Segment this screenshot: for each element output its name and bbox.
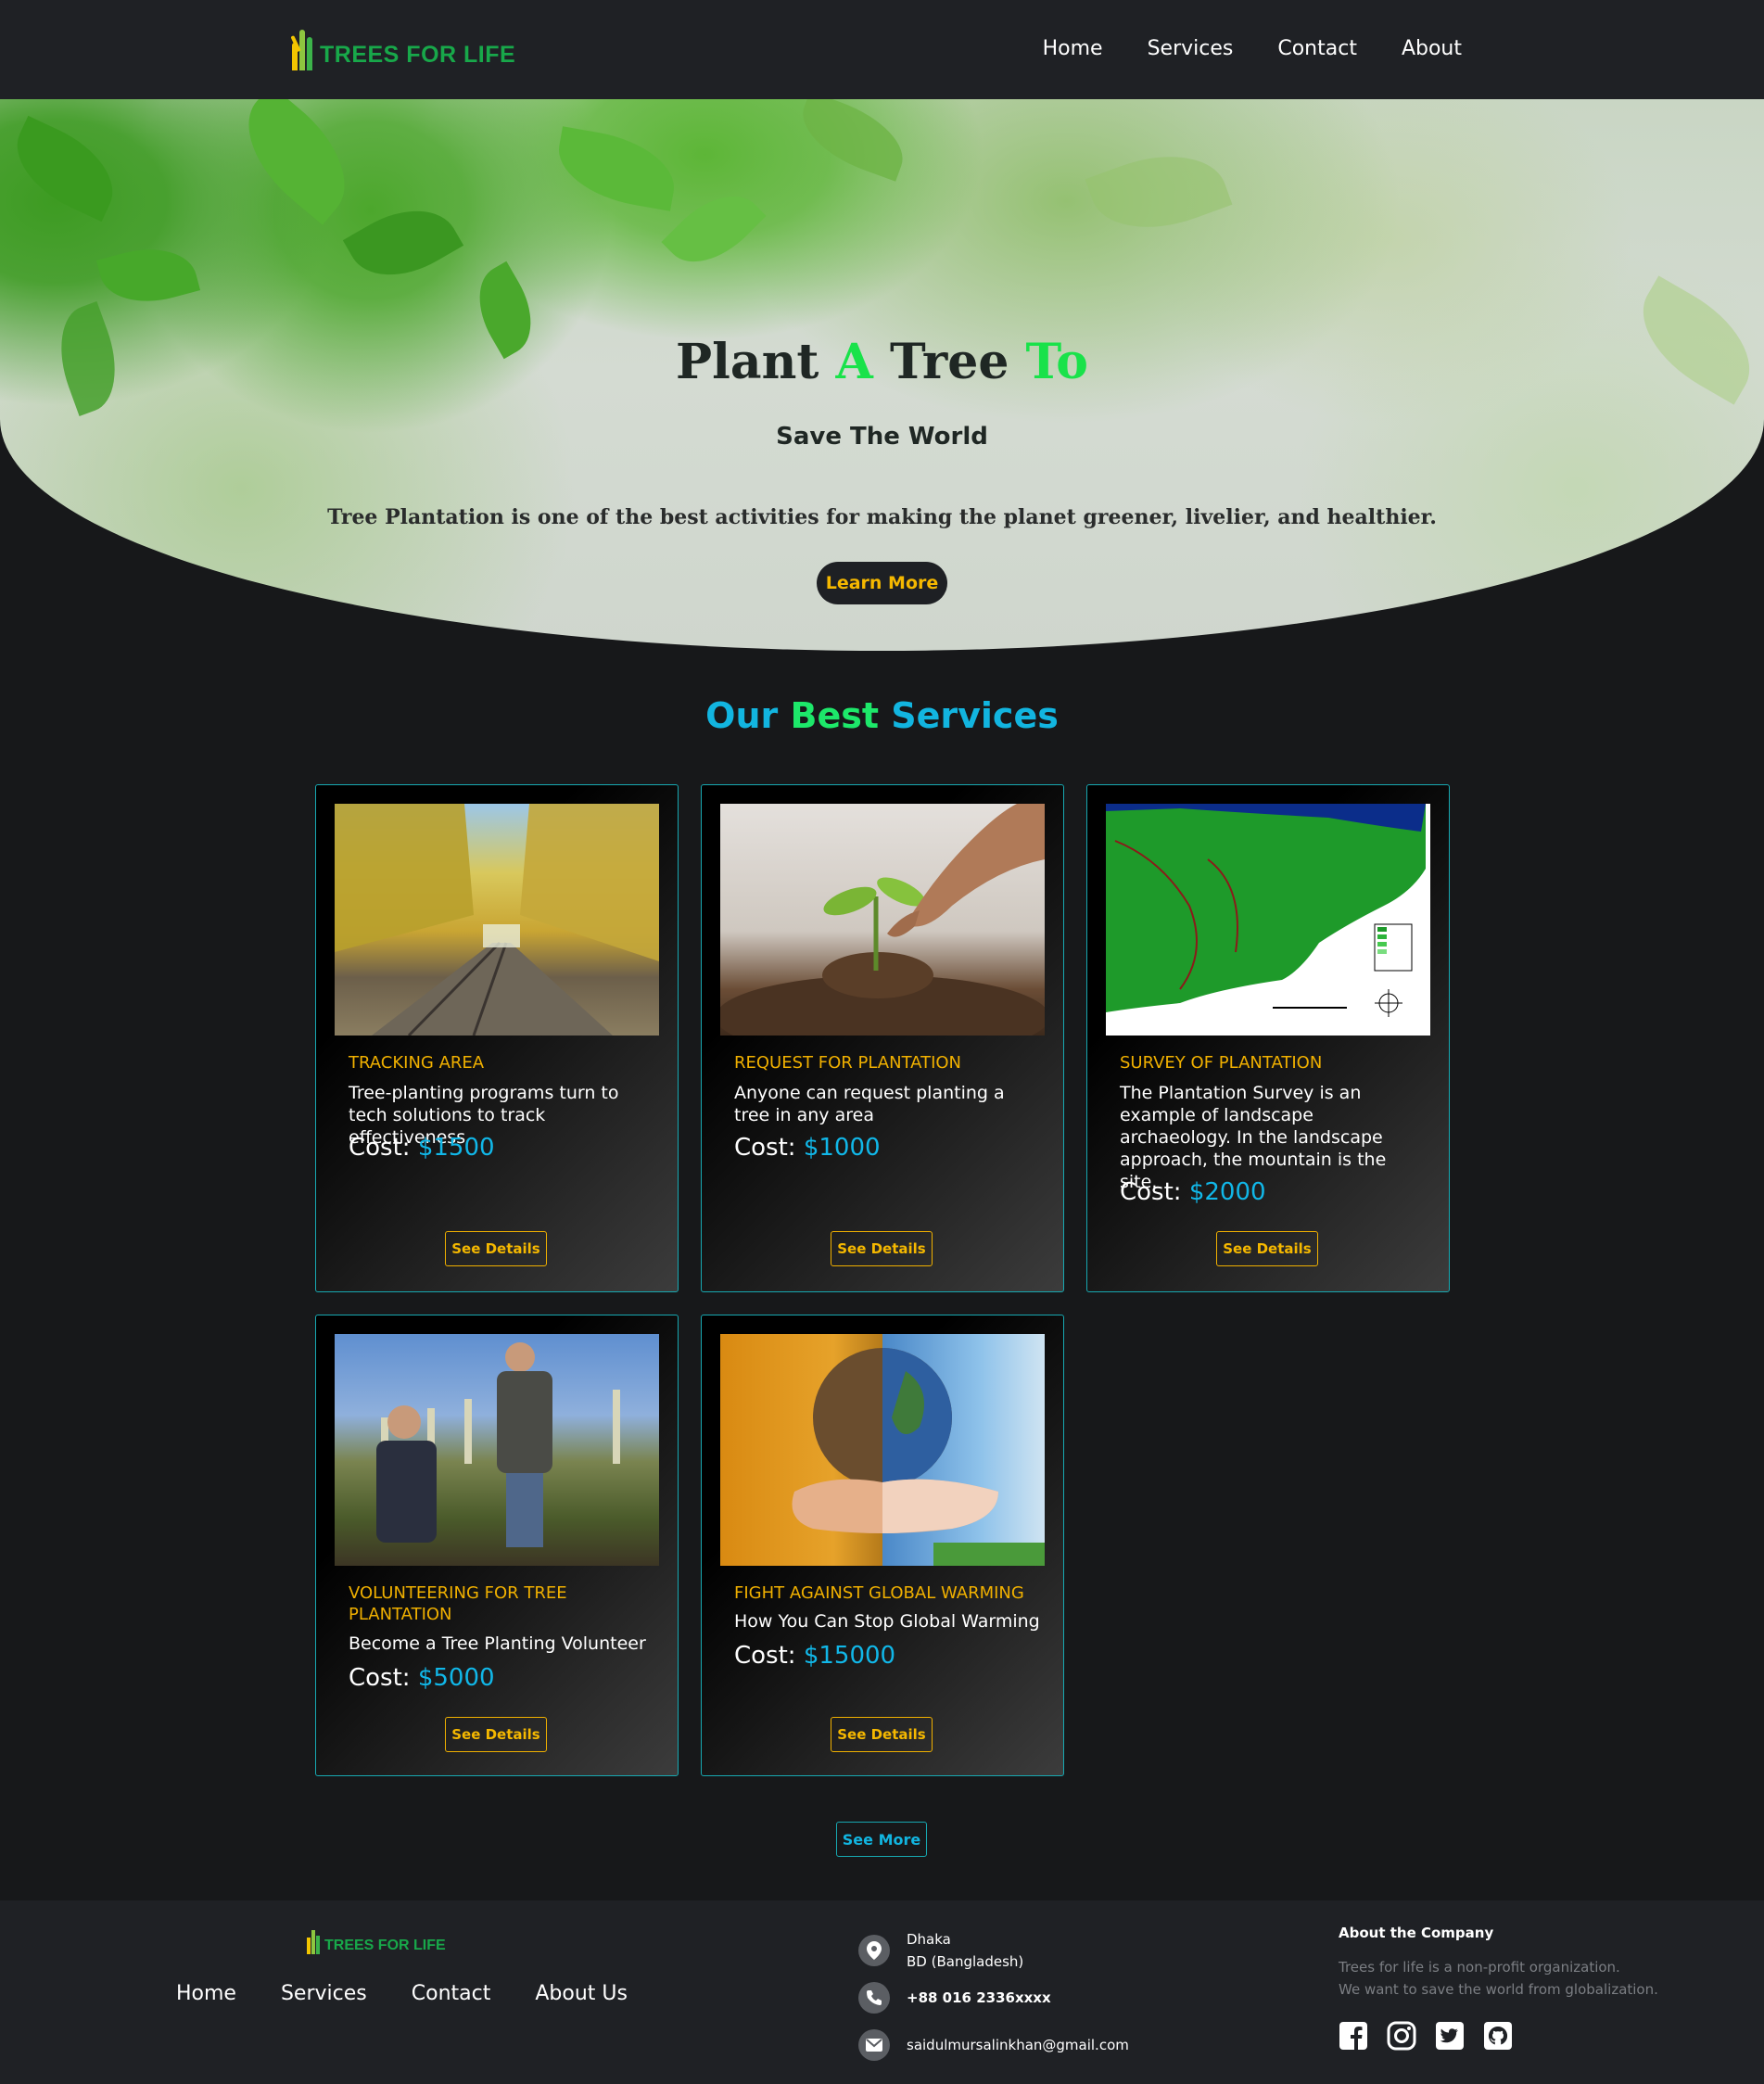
about-line1: Trees for life is a non-profit organizat… [1339,1959,1620,1976]
nav-contact-link[interactable]: Contact [1277,37,1357,60]
twitter-icon[interactable] [1435,2021,1465,2051]
phone-icon [858,1982,890,2014]
see-details-button[interactable]: See Details [445,1231,547,1266]
services-title-part3: Services [879,695,1059,736]
footer-services-link[interactable]: Services [281,1982,367,2005]
cost-label: Cost: [349,1664,418,1692]
see-details-button[interactable]: See Details [445,1717,547,1752]
autumn-railway-image [335,804,659,1036]
tree-logo-icon [290,26,318,70]
main-nav: Home Services Contact About [1043,37,1462,60]
earth-in-hands-image [720,1334,1045,1566]
about-company-title: About the Company [1339,1925,1494,1941]
hero-title-part1: Plant [676,334,836,390]
footer-logo-text: TREES FOR LIFE [324,1938,446,1953]
card-cost: Cost: $1000 [734,1134,881,1162]
see-details-button[interactable]: See Details [831,1231,933,1266]
instagram-icon[interactable] [1387,2021,1416,2051]
service-card: REQUEST FOR PLANTATION Anyone can reques… [701,784,1064,1292]
cost-label: Cost: [734,1642,804,1670]
card-cost: Cost: $2000 [1120,1178,1266,1206]
see-details-button[interactable]: See Details [831,1717,933,1752]
card-title: FIGHT AGAINST GLOBAL WARMING [734,1583,1024,1603]
see-details-button[interactable]: See Details [1216,1231,1318,1266]
card-title: SURVEY OF PLANTATION [1120,1053,1323,1073]
about-line2: We want to save the world from globaliza… [1339,1981,1658,1998]
site-logo[interactable]: TREES FOR LIFE [290,22,515,70]
footer-home-link[interactable]: Home [176,1982,236,2005]
footer-nav: Home Services Contact About Us [176,1982,628,2005]
card-cost: Cost: $1500 [349,1134,495,1162]
location-pin-icon [858,1935,890,1966]
facebook-icon[interactable] [1339,2021,1368,2051]
cost-label: Cost: [1120,1178,1189,1206]
card-title: VOLUNTEERING FOR TREE PLANTATION [349,1583,567,1624]
card-description: Anyone can request planting a tree in an… [734,1083,1005,1125]
footer-contact-link[interactable]: Contact [412,1982,491,2005]
card-cost: Cost: $5000 [349,1664,495,1692]
card-description: The Plantation Survey is an example of l… [1120,1083,1387,1192]
card-description: How You Can Stop Global Warming [734,1611,1040,1632]
hero-title: Plant A Tree To [0,334,1764,390]
hero-section: Plant A Tree To Save The World Tree Plan… [0,99,1764,651]
cost-value: $15000 [803,1642,896,1670]
service-card: VOLUNTEERING FOR TREE PLANTATION Become … [315,1315,679,1776]
card-description: Become a Tree Planting Volunteer [349,1633,646,1654]
hero-title-part2: A [835,334,873,390]
envelope-icon [858,2029,890,2061]
address-line2: BD (Bangladesh) [907,1953,1024,1970]
seedling-hand-image [720,804,1045,1036]
cost-value: $5000 [417,1664,495,1692]
cost-value: $2000 [1188,1178,1266,1206]
phone-row: +88 016 2336xxxx [858,1982,1051,2014]
address-line1: Dhaka [907,1931,951,1948]
services-section-title: Our Best Services [0,695,1764,736]
service-card: TRACKING AREA Tree-planting programs tur… [315,784,679,1292]
logo-text: TREES FOR LIFE [320,42,516,68]
see-more-button[interactable]: See More [836,1822,927,1857]
card-title: REQUEST FOR PLANTATION [734,1053,962,1073]
hero-title-part3: Tree [872,334,1026,390]
nav-home-link[interactable]: Home [1043,37,1103,60]
hero-title-part4: To [1025,334,1088,390]
navbar: TREES FOR LIFE Home Services Contact Abo… [0,0,1764,99]
footer: TREES FOR LIFE Home Services Contact Abo… [0,1900,1764,2084]
cost-value: $1000 [803,1134,881,1162]
hero-description: Tree Plantation is one of the best activ… [327,505,1437,529]
footer-logo[interactable]: TREES FOR LIFE [306,1928,446,1954]
volunteers-image [335,1334,659,1566]
about-company-text: Trees for life is a non-profit organizat… [1339,1956,1709,2001]
footer-about-link[interactable]: About Us [535,1982,628,2005]
nav-about-link[interactable]: About [1402,37,1462,60]
phone-text[interactable]: +88 016 2336xxxx [907,1987,1051,2009]
address-row: Dhaka BD (Bangladesh) [858,1928,1023,1973]
cost-label: Cost: [734,1134,804,1162]
service-card: SURVEY OF PLANTATION The Plantation Surv… [1086,784,1450,1292]
cost-label: Cost: [349,1134,418,1162]
services-title-part2: Best [790,695,880,736]
service-card: FIGHT AGAINST GLOBAL WARMING How You Can… [701,1315,1064,1776]
survey-map-image [1106,804,1430,1036]
tree-logo-icon [306,1928,323,1954]
email-row: saidulmursalinkhan@gmail.com [858,2029,1129,2061]
hero-subtitle: Save The World [776,423,988,451]
social-links [1339,2021,1513,2051]
services-title-part1: Our [705,695,791,736]
nav-services-link[interactable]: Services [1148,37,1234,60]
github-icon[interactable] [1483,2021,1513,2051]
cost-value: $1500 [417,1134,495,1162]
learn-more-button[interactable]: Learn More [817,562,947,604]
email-text[interactable]: saidulmursalinkhan@gmail.com [907,2034,1129,2056]
address-text: Dhaka BD (Bangladesh) [907,1928,1023,1973]
card-title: TRACKING AREA [349,1053,485,1073]
card-cost: Cost: $15000 [734,1642,895,1670]
